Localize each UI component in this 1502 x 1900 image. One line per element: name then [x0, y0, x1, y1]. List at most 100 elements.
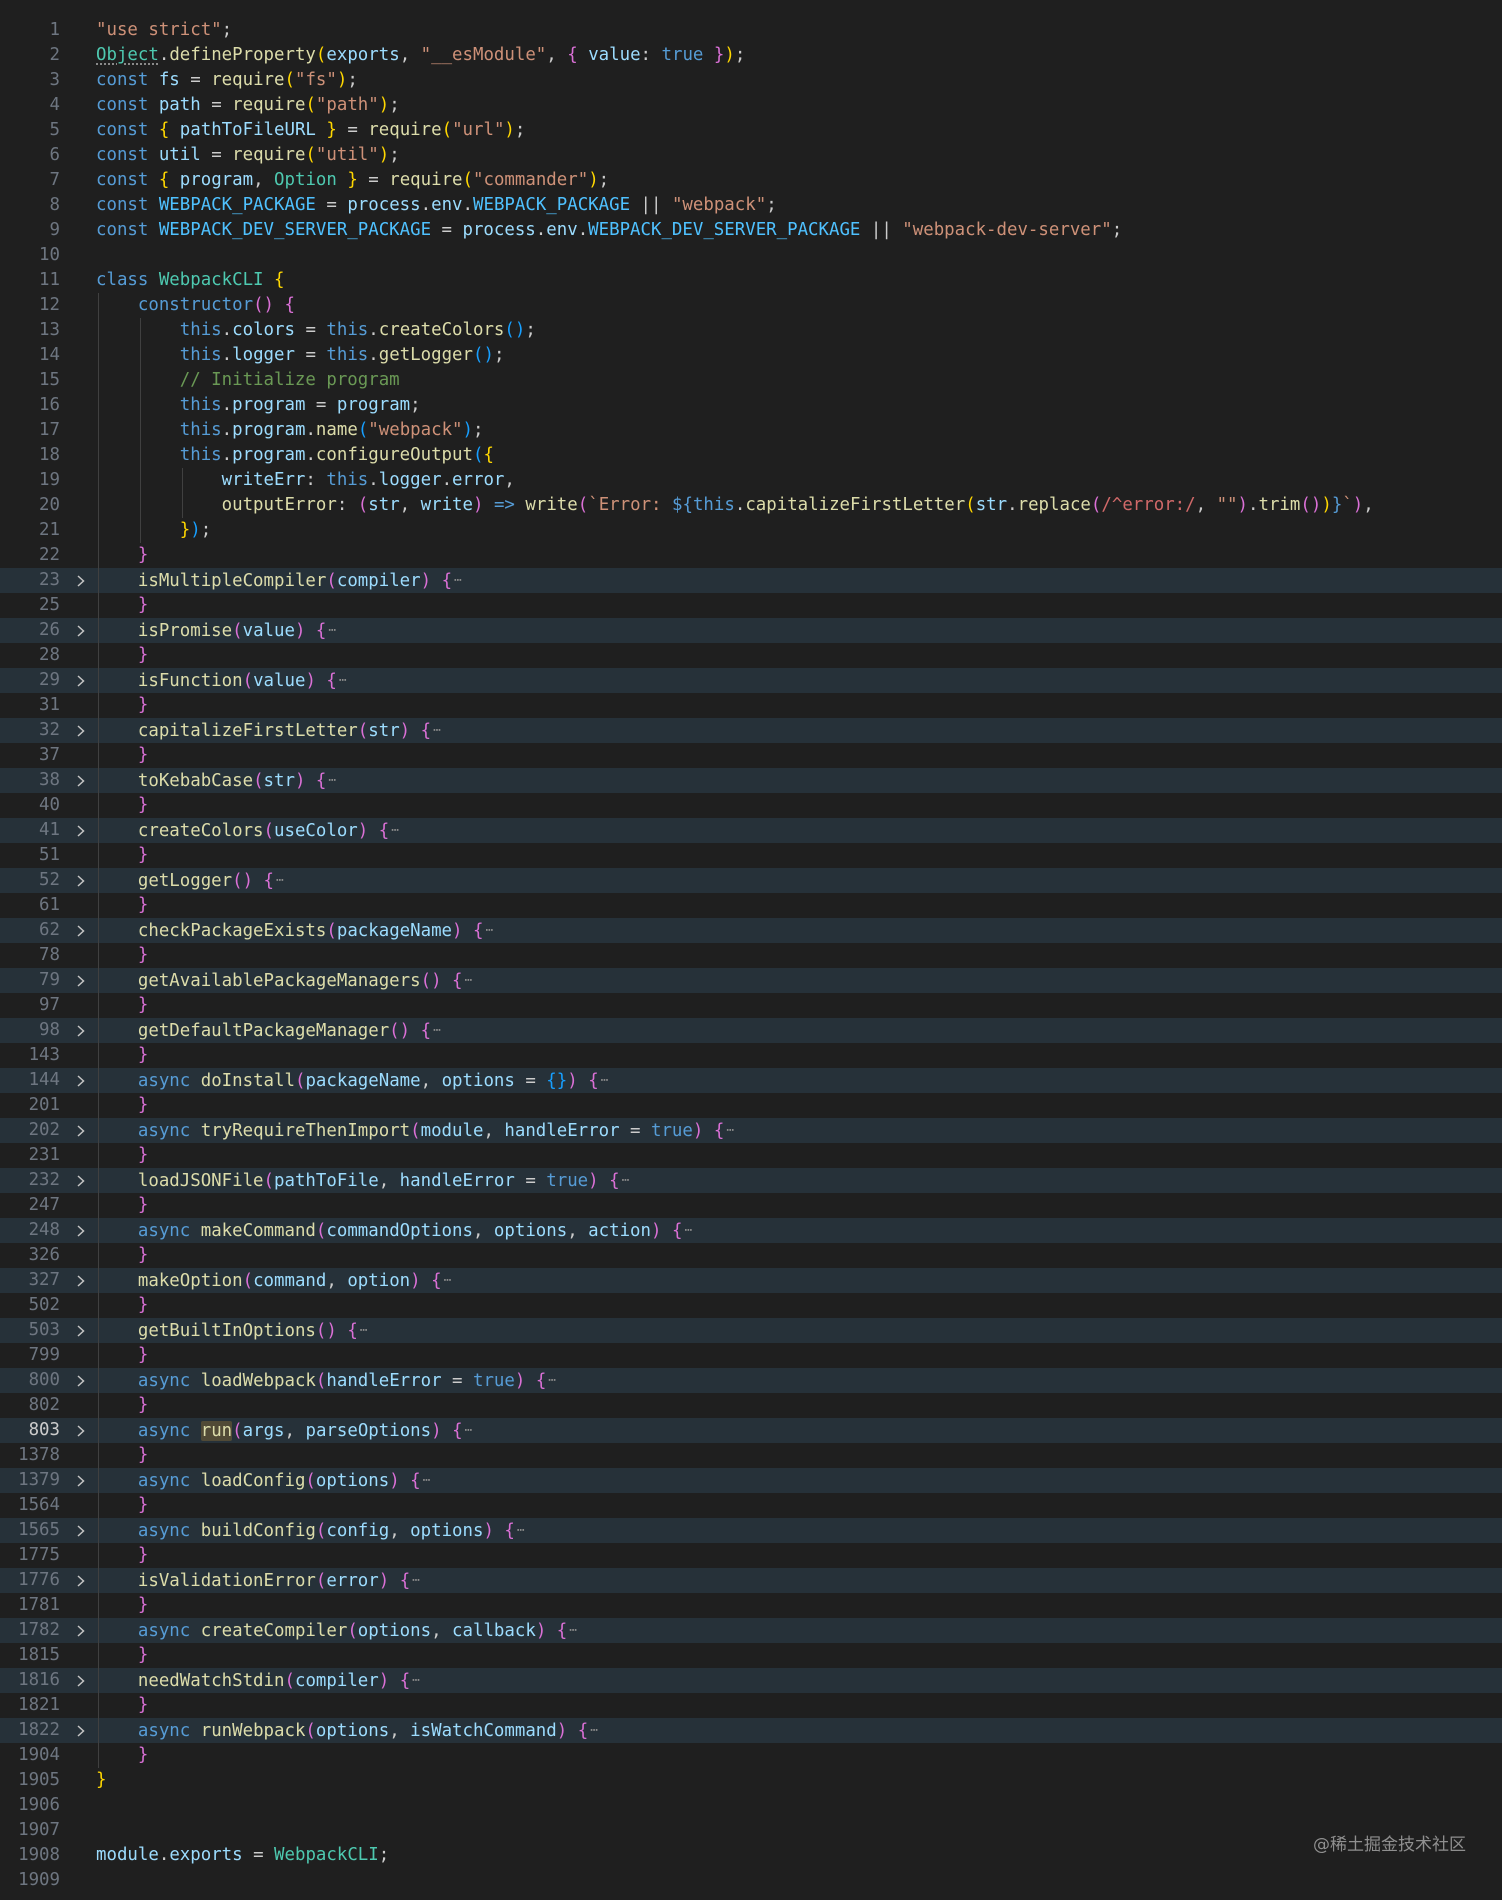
code-line[interactable]: 800 async loadWebpack(handleError = true…	[0, 1368, 1502, 1393]
fold-chevron-right-icon[interactable]	[72, 1518, 90, 1543]
code-line[interactable]: 232 loadJSONFile(pathToFile, handleError…	[0, 1168, 1502, 1193]
code-line[interactable]: 11 class WebpackCLI {	[0, 268, 1502, 293]
code-line[interactable]: 143 }	[0, 1043, 1502, 1068]
code-line[interactable]: 13 this.colors = this.createColors();	[0, 318, 1502, 343]
code-line[interactable]: 62 checkPackageExists(packageName) {⋯	[0, 918, 1502, 943]
code-line[interactable]: 231 }	[0, 1143, 1502, 1168]
code-line[interactable]: 1564 }	[0, 1493, 1502, 1518]
code-line[interactable]: 1908 module.exports = WebpackCLI;	[0, 1843, 1502, 1868]
code-line[interactable]: 79 getAvailablePackageManagers() {⋯	[0, 968, 1502, 993]
fold-chevron-right-icon[interactable]	[72, 618, 90, 643]
code-line[interactable]: 17 this.program.name("webpack");	[0, 418, 1502, 443]
code-line[interactable]: 1781 }	[0, 1593, 1502, 1618]
fold-chevron-right-icon[interactable]	[72, 1468, 90, 1493]
code-line[interactable]: 803 async run(args, parseOptions) {⋯	[0, 1418, 1502, 1443]
code-line[interactable]: 1775 }	[0, 1543, 1502, 1568]
code-line[interactable]: 9 const WEBPACK_DEV_SERVER_PACKAGE = proc…	[0, 218, 1502, 243]
fold-chevron-right-icon[interactable]	[72, 868, 90, 893]
fold-chevron-right-icon[interactable]	[72, 1068, 90, 1093]
fold-chevron-right-icon[interactable]	[72, 718, 90, 743]
code-line[interactable]: 144 async doInstall(packageName, options…	[0, 1068, 1502, 1093]
fold-chevron-right-icon[interactable]	[72, 1218, 90, 1243]
code-line[interactable]: 10	[0, 243, 1502, 268]
fold-chevron-right-icon[interactable]	[72, 968, 90, 993]
fold-chevron-right-icon[interactable]	[72, 918, 90, 943]
fold-chevron-right-icon[interactable]	[72, 568, 90, 593]
code-line[interactable]: 28 }	[0, 643, 1502, 668]
fold-ellipsis-icon[interactable]: ⋯	[412, 1573, 420, 1588]
code-line[interactable]: 22 }	[0, 543, 1502, 568]
code-line[interactable]: 78 }	[0, 943, 1502, 968]
code-line[interactable]: 20 outputError: (str, write) => write(`E…	[0, 493, 1502, 518]
code-line[interactable]: 18 this.program.configureOutput({	[0, 443, 1502, 468]
code-line[interactable]: 503 getBuiltInOptions() {⋯	[0, 1318, 1502, 1343]
code-line[interactable]: 1906	[0, 1793, 1502, 1818]
code-line[interactable]: 61 }	[0, 893, 1502, 918]
code-line[interactable]: 98 getDefaultPackageManager() {⋯	[0, 1018, 1502, 1043]
code-line[interactable]: 19 writeErr: this.logger.error,	[0, 468, 1502, 493]
code-line[interactable]: 327 makeOption(command, option) {⋯	[0, 1268, 1502, 1293]
fold-ellipsis-icon[interactable]: ⋯	[444, 1273, 452, 1288]
code-line[interactable]: 31 }	[0, 693, 1502, 718]
fold-ellipsis-icon[interactable]: ⋯	[684, 1223, 692, 1238]
fold-chevron-right-icon[interactable]	[72, 1018, 90, 1043]
fold-chevron-right-icon[interactable]	[72, 1118, 90, 1143]
fold-chevron-right-icon[interactable]	[72, 1718, 90, 1743]
fold-chevron-right-icon[interactable]	[72, 1568, 90, 1593]
fold-chevron-right-icon[interactable]	[72, 768, 90, 793]
fold-ellipsis-icon[interactable]: ⋯	[433, 723, 441, 738]
code-line[interactable]: 1904 }	[0, 1743, 1502, 1768]
code-line[interactable]: 6 const util = require("util");	[0, 143, 1502, 168]
fold-chevron-right-icon[interactable]	[72, 1418, 90, 1443]
code-line[interactable]: 21 });	[0, 518, 1502, 543]
code-line[interactable]: 1822 async runWebpack(options, isWatchCo…	[0, 1718, 1502, 1743]
code-editor[interactable]: 1 "use strict"; 2 Object.defineProperty(exp…	[0, 18, 1502, 1893]
code-line[interactable]: 3 const fs = require("fs");	[0, 68, 1502, 93]
code-line[interactable]: 23 isMultipleCompiler(compiler) {⋯	[0, 568, 1502, 593]
fold-chevron-right-icon[interactable]	[72, 668, 90, 693]
code-line[interactable]: 16 this.program = program;	[0, 393, 1502, 418]
fold-chevron-right-icon[interactable]	[72, 1318, 90, 1343]
code-line[interactable]: 1379 async loadConfig(options) {⋯	[0, 1468, 1502, 1493]
fold-ellipsis-icon[interactable]: ⋯	[485, 923, 493, 938]
code-line[interactable]: 1782 async createCompiler(options, callb…	[0, 1618, 1502, 1643]
fold-ellipsis-icon[interactable]: ⋯	[328, 623, 336, 638]
fold-ellipsis-icon[interactable]: ⋯	[339, 673, 347, 688]
code-line[interactable]: 1776 isValidationError(error) {⋯	[0, 1568, 1502, 1593]
code-line[interactable]: 2 Object.defineProperty(exports, "__esMod…	[0, 43, 1502, 68]
code-line[interactable]: 25 }	[0, 593, 1502, 618]
code-line[interactable]: 41 createColors(useColor) {⋯	[0, 818, 1502, 843]
code-line[interactable]: 1378 }	[0, 1443, 1502, 1468]
fold-ellipsis-icon[interactable]: ⋯	[601, 1073, 609, 1088]
code-line[interactable]: 32 capitalizeFirstLetter(str) {⋯	[0, 718, 1502, 743]
fold-ellipsis-icon[interactable]: ⋯	[465, 973, 473, 988]
code-line[interactable]: 5 const { pathToFileURL } = require("url"…	[0, 118, 1502, 143]
fold-ellipsis-icon[interactable]: ⋯	[433, 1023, 441, 1038]
code-line[interactable]: 38 toKebabCase(str) {⋯	[0, 768, 1502, 793]
fold-ellipsis-icon[interactable]: ⋯	[569, 1623, 577, 1638]
code-line[interactable]: 97 }	[0, 993, 1502, 1018]
code-line[interactable]: 802 }	[0, 1393, 1502, 1418]
fold-ellipsis-icon[interactable]: ⋯	[590, 1723, 598, 1738]
code-line[interactable]: 14 this.logger = this.getLogger();	[0, 343, 1502, 368]
code-line[interactable]: 15 // Initialize program	[0, 368, 1502, 393]
code-line[interactable]: 1909	[0, 1868, 1502, 1893]
fold-ellipsis-icon[interactable]: ⋯	[548, 1373, 556, 1388]
fold-chevron-right-icon[interactable]	[72, 1668, 90, 1693]
code-line[interactable]: 799 }	[0, 1343, 1502, 1368]
fold-ellipsis-icon[interactable]: ⋯	[423, 1473, 431, 1488]
code-line[interactable]: 7 const { program, Option } = require("co…	[0, 168, 1502, 193]
code-line[interactable]: 51 }	[0, 843, 1502, 868]
fold-chevron-right-icon[interactable]	[72, 1618, 90, 1643]
code-line[interactable]: 40 }	[0, 793, 1502, 818]
code-line[interactable]: 326 }	[0, 1243, 1502, 1268]
fold-ellipsis-icon[interactable]: ⋯	[517, 1523, 525, 1538]
code-line[interactable]: 502 }	[0, 1293, 1502, 1318]
code-line[interactable]: 1815 }	[0, 1643, 1502, 1668]
code-line[interactable]: 1565 async buildConfig(config, options) …	[0, 1518, 1502, 1543]
code-line[interactable]: 1821 }	[0, 1693, 1502, 1718]
fold-chevron-right-icon[interactable]	[72, 1268, 90, 1293]
code-line[interactable]: 37 }	[0, 743, 1502, 768]
code-line[interactable]: 202 async tryRequireThenImport(module, h…	[0, 1118, 1502, 1143]
code-line[interactable]: 1816 needWatchStdin(compiler) {⋯	[0, 1668, 1502, 1693]
